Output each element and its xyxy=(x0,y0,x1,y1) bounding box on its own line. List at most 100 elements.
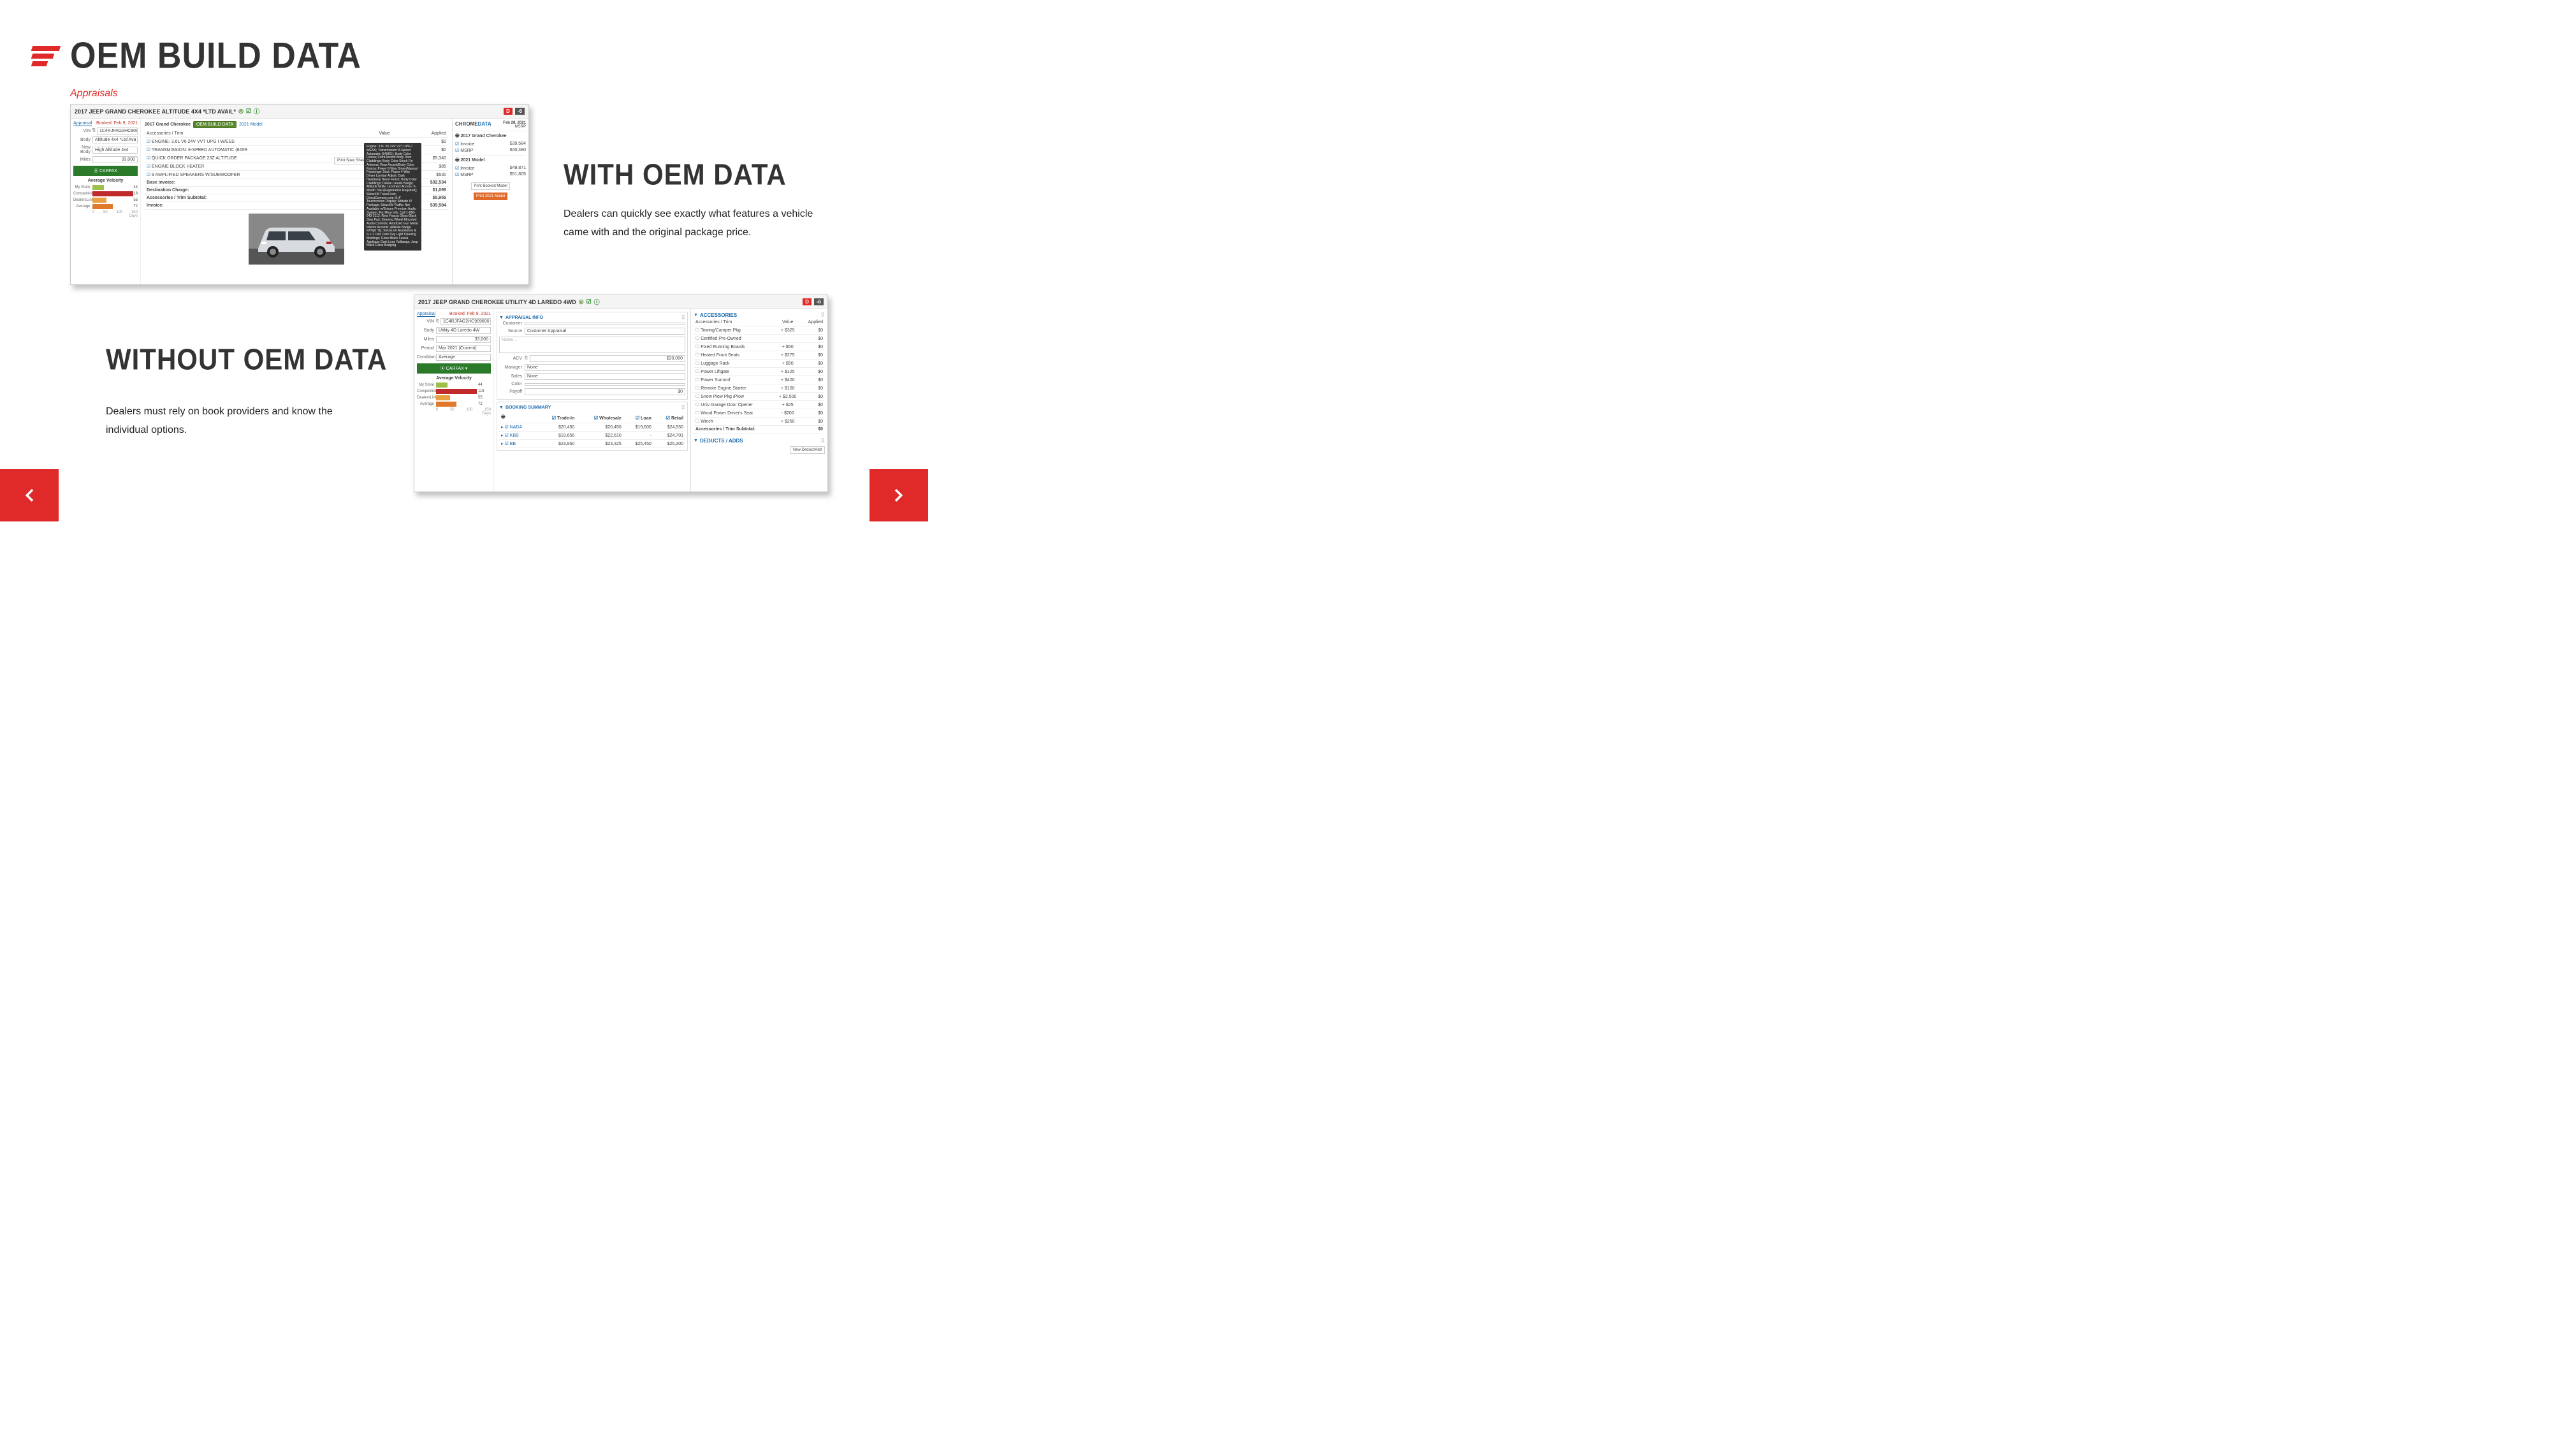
vin-input[interactable]: 1C4RJFAG2HC909600 xyxy=(440,318,491,325)
copy-icon[interactable]: ⎘ xyxy=(92,129,97,133)
year-model-link[interactable]: 2021 Model xyxy=(239,122,263,127)
manager-select[interactable]: None xyxy=(525,364,685,371)
accessory-applied: $0 xyxy=(801,401,825,409)
customer-input[interactable] xyxy=(525,323,685,325)
appraisal-tab[interactable]: Appraisal xyxy=(417,312,435,317)
booked-date: Booked: Feb 9, 2021 xyxy=(449,312,491,316)
book-name[interactable]: ▸ ☑ KBB xyxy=(501,433,519,438)
checkbox-icon[interactable]: ☑ xyxy=(666,416,670,421)
accessory-row: ☐ Certified Pre-Owned$0 xyxy=(694,335,825,343)
main-panel: ▼APPRAISAL INFO⠿ Customer SourceCustomer… xyxy=(494,309,690,491)
checkbox-icon[interactable]: ☐ xyxy=(695,419,699,424)
checkbox-icon[interactable]: ☐ xyxy=(695,361,699,366)
prev-slide-button[interactable] xyxy=(0,469,59,521)
print-2021-button[interactable]: Print 2021 Model xyxy=(474,193,507,200)
checkbox-icon[interactable]: ☐ xyxy=(695,411,699,416)
copy-icon[interactable]: ⎘ xyxy=(436,319,440,324)
chevron-down-icon[interactable]: ▼ xyxy=(499,316,504,320)
velocity-label: My Store xyxy=(73,186,92,189)
checkbox-icon[interactable]: ☑ xyxy=(147,156,152,161)
col-accessories: Accessories / Trim xyxy=(145,130,362,138)
payoff-input[interactable]: $0 xyxy=(525,388,685,395)
print-icon[interactable]: 🖶 xyxy=(455,158,460,163)
period-select[interactable]: Mar 2021 (Current) xyxy=(436,345,491,352)
checkbox-icon[interactable]: ☑ xyxy=(455,166,459,171)
drag-handle-icon[interactable]: ⠿ xyxy=(820,312,825,319)
miles-input[interactable]: 33,000 xyxy=(436,336,491,343)
checkbox-icon[interactable]: ☐ xyxy=(695,353,699,358)
velocity-bar xyxy=(436,402,477,407)
carfax-button[interactable]: ⦿ CARFAX xyxy=(73,166,138,176)
print-booked-button[interactable]: Print Booked Model xyxy=(471,182,509,190)
body-select[interactable]: Utility 4D Laredo 4W xyxy=(436,327,491,334)
accessories-table: Accessories / TrimValueApplied ☐ Towing/… xyxy=(694,319,825,433)
checkbox-icon[interactable]: ☐ xyxy=(695,378,699,382)
chevron-down-icon[interactable]: ▼ xyxy=(694,439,698,443)
body-label: Body xyxy=(417,328,436,333)
print-icon[interactable]: 🖶 xyxy=(455,134,460,138)
checkbox-icon[interactable]: ☐ xyxy=(695,386,699,391)
checkbox-icon[interactable]: ☑ xyxy=(147,139,152,144)
notes-textarea[interactable]: Notes... xyxy=(499,337,685,353)
period-label: Period xyxy=(417,346,436,351)
checkbox-icon[interactable]: ☑ xyxy=(147,172,152,177)
axis-unit: Days xyxy=(73,214,138,218)
checkbox-icon[interactable]: ☐ xyxy=(695,395,699,399)
accessory-name: Snow Plow Pkg /Plow xyxy=(701,395,744,399)
msrp-label: MSRP xyxy=(515,125,526,129)
miles-input[interactable]: 33,000 xyxy=(92,156,138,163)
checkbox-icon[interactable]: ☑ xyxy=(636,416,639,421)
vin-input[interactable]: 1C4RJFAG2HC909600 xyxy=(97,127,138,135)
checkbox-icon[interactable]: ☑ xyxy=(594,416,598,421)
copy-icon[interactable]: ⎘ xyxy=(525,356,530,361)
accessory-row: ☐ Power Sunroof+ $400$0 xyxy=(694,376,825,384)
accessory-value: + $400 xyxy=(775,376,801,384)
page-subtitle: Appraisals xyxy=(70,88,118,99)
checkbox-icon[interactable]: ☑ xyxy=(147,147,152,152)
color-select[interactable] xyxy=(525,383,685,386)
velocity-bar xyxy=(92,191,130,196)
new-deduct-add-button[interactable]: New Deduct/Add xyxy=(790,446,825,454)
condition-select[interactable]: Average xyxy=(436,354,491,361)
appraisal-info-header: APPRAISAL INFO xyxy=(506,316,543,320)
checkbox-icon[interactable]: ☐ xyxy=(695,403,699,407)
next-slide-button[interactable] xyxy=(870,469,928,521)
checkbox-icon[interactable]: ☐ xyxy=(695,370,699,374)
acv-input[interactable]: $20,000 xyxy=(530,355,685,362)
book-name[interactable]: ▸ ☑ NADA xyxy=(501,425,522,430)
chevron-down-icon[interactable]: ▼ xyxy=(694,313,698,317)
checkbox-icon[interactable]: ☑ xyxy=(552,416,556,421)
chevron-down-icon[interactable]: ▼ xyxy=(499,405,504,410)
velocity-value: 72 xyxy=(132,205,138,208)
body-select[interactable]: Altitude 4x4 *Ltd Ava xyxy=(92,136,138,143)
print-icon[interactable]: 🖶 xyxy=(501,415,506,419)
body-label: Body xyxy=(73,138,92,142)
drag-handle-icon[interactable]: ⠿ xyxy=(820,437,825,444)
velocity-label: DealersLink xyxy=(73,198,92,202)
package-tooltip: Engine: 3.6L V6 24V VVT UPG I w/ESS; Tra… xyxy=(364,143,421,251)
checkbox-icon[interactable]: ☑ xyxy=(455,142,459,147)
axis-tick: 100 xyxy=(116,210,122,214)
source-select[interactable]: Customer Appraisal xyxy=(525,328,685,335)
checkbox-icon[interactable]: ☐ xyxy=(695,345,699,349)
price-row: ☑ MSRP$51,805 xyxy=(455,172,526,177)
checkbox-icon[interactable]: ☑ xyxy=(455,149,459,153)
appraisal-tab[interactable]: Appraisal xyxy=(73,121,92,126)
newbody-select[interactable]: High Altitude 4x4 xyxy=(92,147,138,154)
source-label: Source xyxy=(499,329,525,333)
checkbox-icon[interactable]: ☐ xyxy=(695,337,699,341)
checkbox-icon[interactable]: ☑ xyxy=(147,164,152,169)
book-name[interactable]: ▸ ☑ BB xyxy=(501,442,516,446)
total-label: Accessories / Trim Subtotal: xyxy=(145,194,362,202)
checkbox-icon[interactable]: ☑ xyxy=(455,173,459,177)
checkbox-icon[interactable]: ☐ xyxy=(695,328,699,333)
drag-handle-icon[interactable]: ⠿ xyxy=(681,314,685,321)
carfax-button[interactable]: ⦿ CARFAX ▾ xyxy=(417,363,491,374)
badge-d: D xyxy=(803,298,811,305)
sales-select[interactable]: None xyxy=(525,373,685,380)
velocity-row: DealersLink55 xyxy=(73,198,138,203)
model-year-title: 2017 Grand Cherokee xyxy=(145,122,191,127)
drag-handle-icon[interactable]: ⠿ xyxy=(681,404,685,411)
group-2021: 2021 Model xyxy=(461,158,485,163)
info-icon: ⓘ xyxy=(594,298,600,306)
